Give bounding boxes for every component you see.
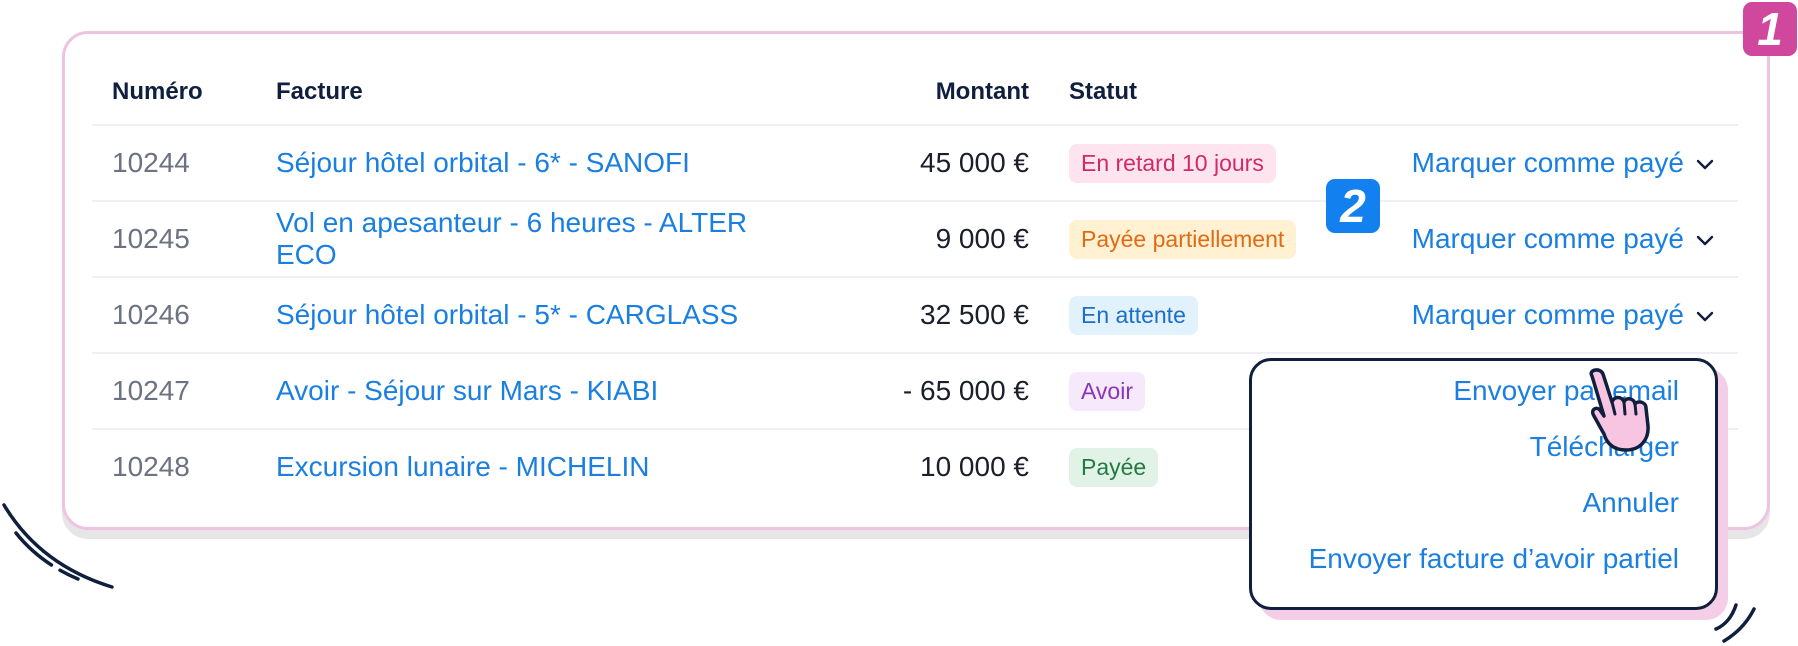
status-badge-paid: Payée bbox=[1069, 447, 1159, 487]
step-badge-2: 2 bbox=[1326, 179, 1380, 233]
table-row: 10246 Séjour hôtel orbital - 5* - CARGLA… bbox=[92, 277, 1738, 354]
invoice-link[interactable]: Séjour hôtel orbital - 5* - CARGLASS bbox=[276, 277, 796, 354]
mark-as-paid-button[interactable]: Marquer comme payé bbox=[1412, 299, 1714, 330]
mark-as-paid-label: Marquer comme payé bbox=[1411, 223, 1684, 254]
status-badge-partial: Payée partiellement bbox=[1069, 219, 1297, 259]
mark-as-paid-button[interactable]: Marquer comme payé bbox=[1412, 223, 1714, 254]
invoice-number: 10248 bbox=[112, 451, 190, 482]
status-badge-pending: En attente bbox=[1069, 295, 1198, 335]
table-header-row: Numéro Facture Montant Statut bbox=[92, 60, 1738, 126]
status-badge-credit: Avoir bbox=[1069, 371, 1145, 411]
mark-as-paid-button[interactable]: Marquer comme payé bbox=[1412, 147, 1714, 178]
invoice-number: 10245 bbox=[92, 201, 276, 278]
invoice-number: 10246 bbox=[92, 277, 276, 354]
invoice-amount: - 65 000 € bbox=[796, 353, 1029, 430]
column-header-statut: Statut bbox=[1029, 60, 1359, 126]
invoice-link[interactable]: Excursion lunaire - MICHELIN bbox=[276, 429, 796, 504]
invoice-number: 10244 bbox=[92, 125, 276, 202]
invoice-link[interactable]: Vol en apesanteur - 6 heures - ALTER ECO bbox=[276, 201, 796, 278]
status-badge-late: En retard 10 jours bbox=[1069, 143, 1276, 183]
step-badge-1: 1 bbox=[1743, 2, 1797, 56]
invoice-number: 10247 bbox=[92, 353, 276, 430]
invoice-amount: 9 000 € bbox=[796, 201, 1029, 278]
chevron-down-icon[interactable] bbox=[1696, 159, 1714, 171]
invoice-amount: 10 000 € bbox=[920, 451, 1029, 482]
menu-item-cancel[interactable]: Annuler bbox=[1582, 487, 1679, 519]
invoice-amount: 32 500 € bbox=[796, 277, 1029, 354]
column-header-facture: Facture bbox=[276, 60, 796, 126]
mark-as-paid-label: Marquer comme payé bbox=[1411, 147, 1684, 178]
invoice-amount: 45 000 € bbox=[796, 125, 1029, 202]
pointing-hand-cursor-icon bbox=[1589, 368, 1650, 452]
column-header-actions bbox=[1359, 60, 1738, 126]
invoice-link[interactable]: Avoir - Séjour sur Mars - KIABI bbox=[276, 353, 796, 430]
chevron-down-icon[interactable] bbox=[1696, 311, 1714, 323]
mark-as-paid-label: Marquer comme payé bbox=[1411, 299, 1684, 330]
decorative-swoosh-right bbox=[1714, 603, 1756, 643]
table-row: 10244 Séjour hôtel orbital - 6* - SANOFI… bbox=[92, 125, 1738, 202]
table-row: 10245 Vol en apesanteur - 6 heures - ALT… bbox=[92, 201, 1738, 278]
chevron-down-icon[interactable] bbox=[1696, 235, 1714, 247]
column-header-numero: Numéro bbox=[92, 60, 276, 126]
invoice-link[interactable]: Séjour hôtel orbital - 6* - SANOFI bbox=[276, 125, 796, 202]
menu-item-send-partial-credit-note[interactable]: Envoyer facture d’avoir partiel bbox=[1309, 543, 1679, 575]
column-header-montant: Montant bbox=[796, 60, 1029, 126]
